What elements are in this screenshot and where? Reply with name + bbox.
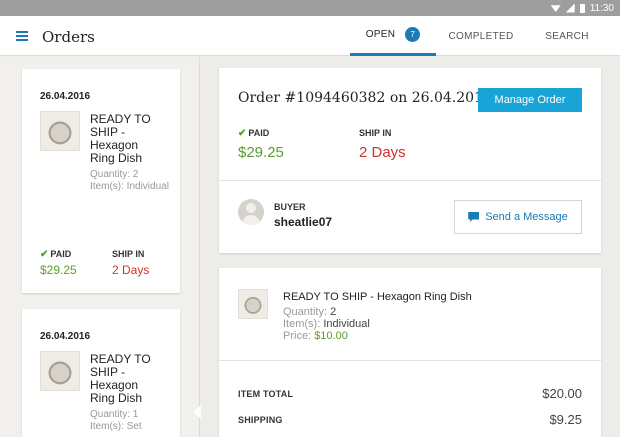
buyer-name[interactable]: sheatlie07 bbox=[274, 215, 332, 229]
tab-completed-label: COMPLETED bbox=[448, 30, 514, 42]
divider bbox=[219, 180, 601, 181]
menu-icon[interactable] bbox=[16, 31, 28, 41]
paid-status: ✔ PAID bbox=[40, 249, 71, 260]
ship-in-value: 2 Days bbox=[359, 144, 406, 161]
order-list: 26.04.2016 READY TO SHIP - Hexagon Ring … bbox=[0, 57, 200, 437]
order-items-type: Item(s): Individual bbox=[90, 181, 169, 192]
product-thumbnail bbox=[40, 111, 80, 151]
order-quantity: Quantity: 1 bbox=[90, 409, 139, 420]
tab-completed[interactable]: COMPLETED bbox=[440, 16, 522, 56]
item-quantity: Quantity: 2 bbox=[283, 306, 337, 318]
paid-label: PAID bbox=[50, 249, 72, 259]
order-items-panel: READY TO SHIP - Hexagon Ring Dish Quanti… bbox=[219, 268, 601, 437]
order-quantity: Quantity: 2 bbox=[90, 169, 139, 180]
order-item-meta: Quantity: 2 Item(s): Individual bbox=[90, 169, 170, 193]
item-price: Price: $10.00 bbox=[283, 330, 348, 342]
status-time: 11:30 bbox=[589, 2, 614, 14]
order-title: Order #1094460382 on 26.04.2016 bbox=[238, 90, 492, 106]
paid-label: PAID bbox=[248, 128, 270, 138]
tab-search-label: SEARCH bbox=[545, 30, 589, 42]
send-message-button[interactable]: Send a Message bbox=[454, 200, 582, 234]
paid-status: ✔ PAID bbox=[238, 128, 269, 139]
order-card[interactable]: 26.04.2016 READY TO SHIP - Hexagon Ring … bbox=[22, 69, 180, 293]
order-summary-panel: Order #1094460382 on 26.04.2016 Manage O… bbox=[219, 68, 601, 253]
buyer-label: BUYER bbox=[274, 202, 306, 212]
signal-icon bbox=[565, 3, 575, 13]
order-date: 26.04.2016 bbox=[40, 91, 91, 102]
item-total-value: $20.00 bbox=[542, 386, 582, 401]
order-date: 26.04.2016 bbox=[40, 331, 91, 342]
ship-in-value: 2 Days bbox=[112, 263, 150, 277]
divider bbox=[219, 360, 601, 361]
ship-in-label: SHIP IN bbox=[112, 249, 145, 259]
item-type: Item(s): Individual bbox=[283, 318, 370, 330]
ship-in-label: SHIP IN bbox=[359, 128, 392, 138]
shipping-label: SHIPPING bbox=[238, 415, 283, 425]
status-bar: 11:30 bbox=[0, 0, 620, 16]
send-message-label: Send a Message bbox=[485, 211, 568, 223]
check-icon: ✔ bbox=[40, 249, 49, 260]
wifi-icon bbox=[550, 5, 561, 12]
order-amount: $29.25 bbox=[238, 144, 284, 161]
order-items-type: Item(s): Set bbox=[90, 421, 142, 432]
selection-pointer bbox=[193, 405, 201, 419]
order-amount: $29.25 bbox=[40, 263, 77, 277]
order-item-title: READY TO SHIP - Hexagon Ring Dish bbox=[90, 112, 151, 165]
order-item-title: READY TO SHIP - Hexagon Ring Dish bbox=[90, 352, 151, 405]
tab-open-label: OPEN bbox=[365, 29, 396, 40]
app-bar: Orders OPEN 7 COMPLETED SEARCH bbox=[0, 16, 620, 56]
buyer-avatar bbox=[238, 199, 264, 225]
product-thumbnail bbox=[40, 351, 80, 391]
item-title: READY TO SHIP - Hexagon Ring Dish bbox=[283, 291, 472, 303]
battery-icon bbox=[579, 3, 585, 13]
open-count-badge: 7 bbox=[405, 27, 421, 42]
manage-order-button[interactable]: Manage Order bbox=[478, 88, 582, 112]
check-icon: ✔ bbox=[238, 128, 247, 139]
page-title: Orders bbox=[42, 28, 95, 46]
order-item-meta: Quantity: 1 Item(s): Set bbox=[90, 409, 170, 433]
message-icon bbox=[468, 212, 480, 222]
tab-open[interactable]: OPEN 7 bbox=[350, 16, 436, 56]
order-card[interactable]: 26.04.2016 READY TO SHIP - Hexagon Ring … bbox=[22, 309, 180, 437]
tab-search[interactable]: SEARCH bbox=[532, 16, 602, 56]
shipping-value: $9.25 bbox=[549, 412, 582, 427]
item-total-label: ITEM TOTAL bbox=[238, 389, 294, 399]
product-thumbnail bbox=[238, 289, 268, 319]
